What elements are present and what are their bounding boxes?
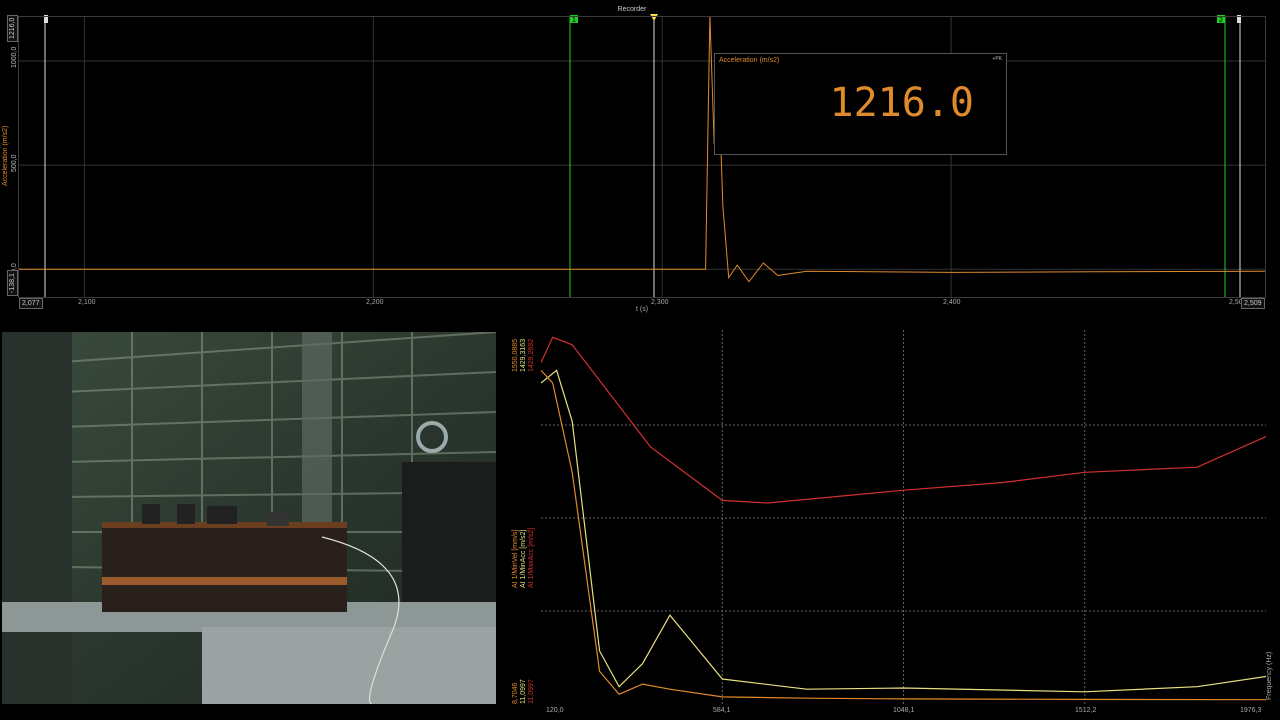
fft-chart[interactable] xyxy=(541,330,1266,704)
fft-x-tick-2: 1048,1 xyxy=(893,707,915,714)
readout-tag: +PK xyxy=(992,56,1002,62)
fft-x-tick-4: 1976,3 xyxy=(1240,707,1262,714)
fft-top-maxacc: 1429,2682 xyxy=(528,338,535,372)
fft-bottom-maxacc: 11,0997 xyxy=(528,679,535,704)
peak-readout-panel[interactable]: Acceleration (m/s2) +PK 1216.0 xyxy=(714,53,1007,155)
video-frame[interactable] xyxy=(2,332,496,704)
fft-label-minvel: AI 1/MinVel [mm/s] xyxy=(512,529,519,588)
fft-x-tick-3: 1512,2 xyxy=(1075,707,1097,714)
fft-grid xyxy=(541,330,1266,704)
fft-x-tick-0: 120,0 xyxy=(546,707,564,714)
readout-title: Acceleration (m/s2) xyxy=(719,57,780,64)
fft-top-minvel: 1550,0885 xyxy=(512,338,519,372)
camera-frame-icon xyxy=(2,332,496,704)
fft-x-axis-label: Frequency (Hz) xyxy=(1266,651,1273,700)
fft-label-maxacc: AI 1/MaxAcc [m/s2] xyxy=(528,527,535,588)
fft-x-tick-1: 584,1 xyxy=(713,707,731,714)
fft-bottom-minvel: 8,7046 xyxy=(512,682,519,704)
fft-label-minacc: AI 1/MinAcc [m/s2] xyxy=(520,529,527,588)
readout-value: 1216.0 xyxy=(829,80,975,126)
fft-bottom-minacc: 11,0997 xyxy=(520,679,527,704)
recorder-plot-frame xyxy=(18,16,1266,298)
fft-top-minacc: 1429,3163 xyxy=(520,338,527,372)
